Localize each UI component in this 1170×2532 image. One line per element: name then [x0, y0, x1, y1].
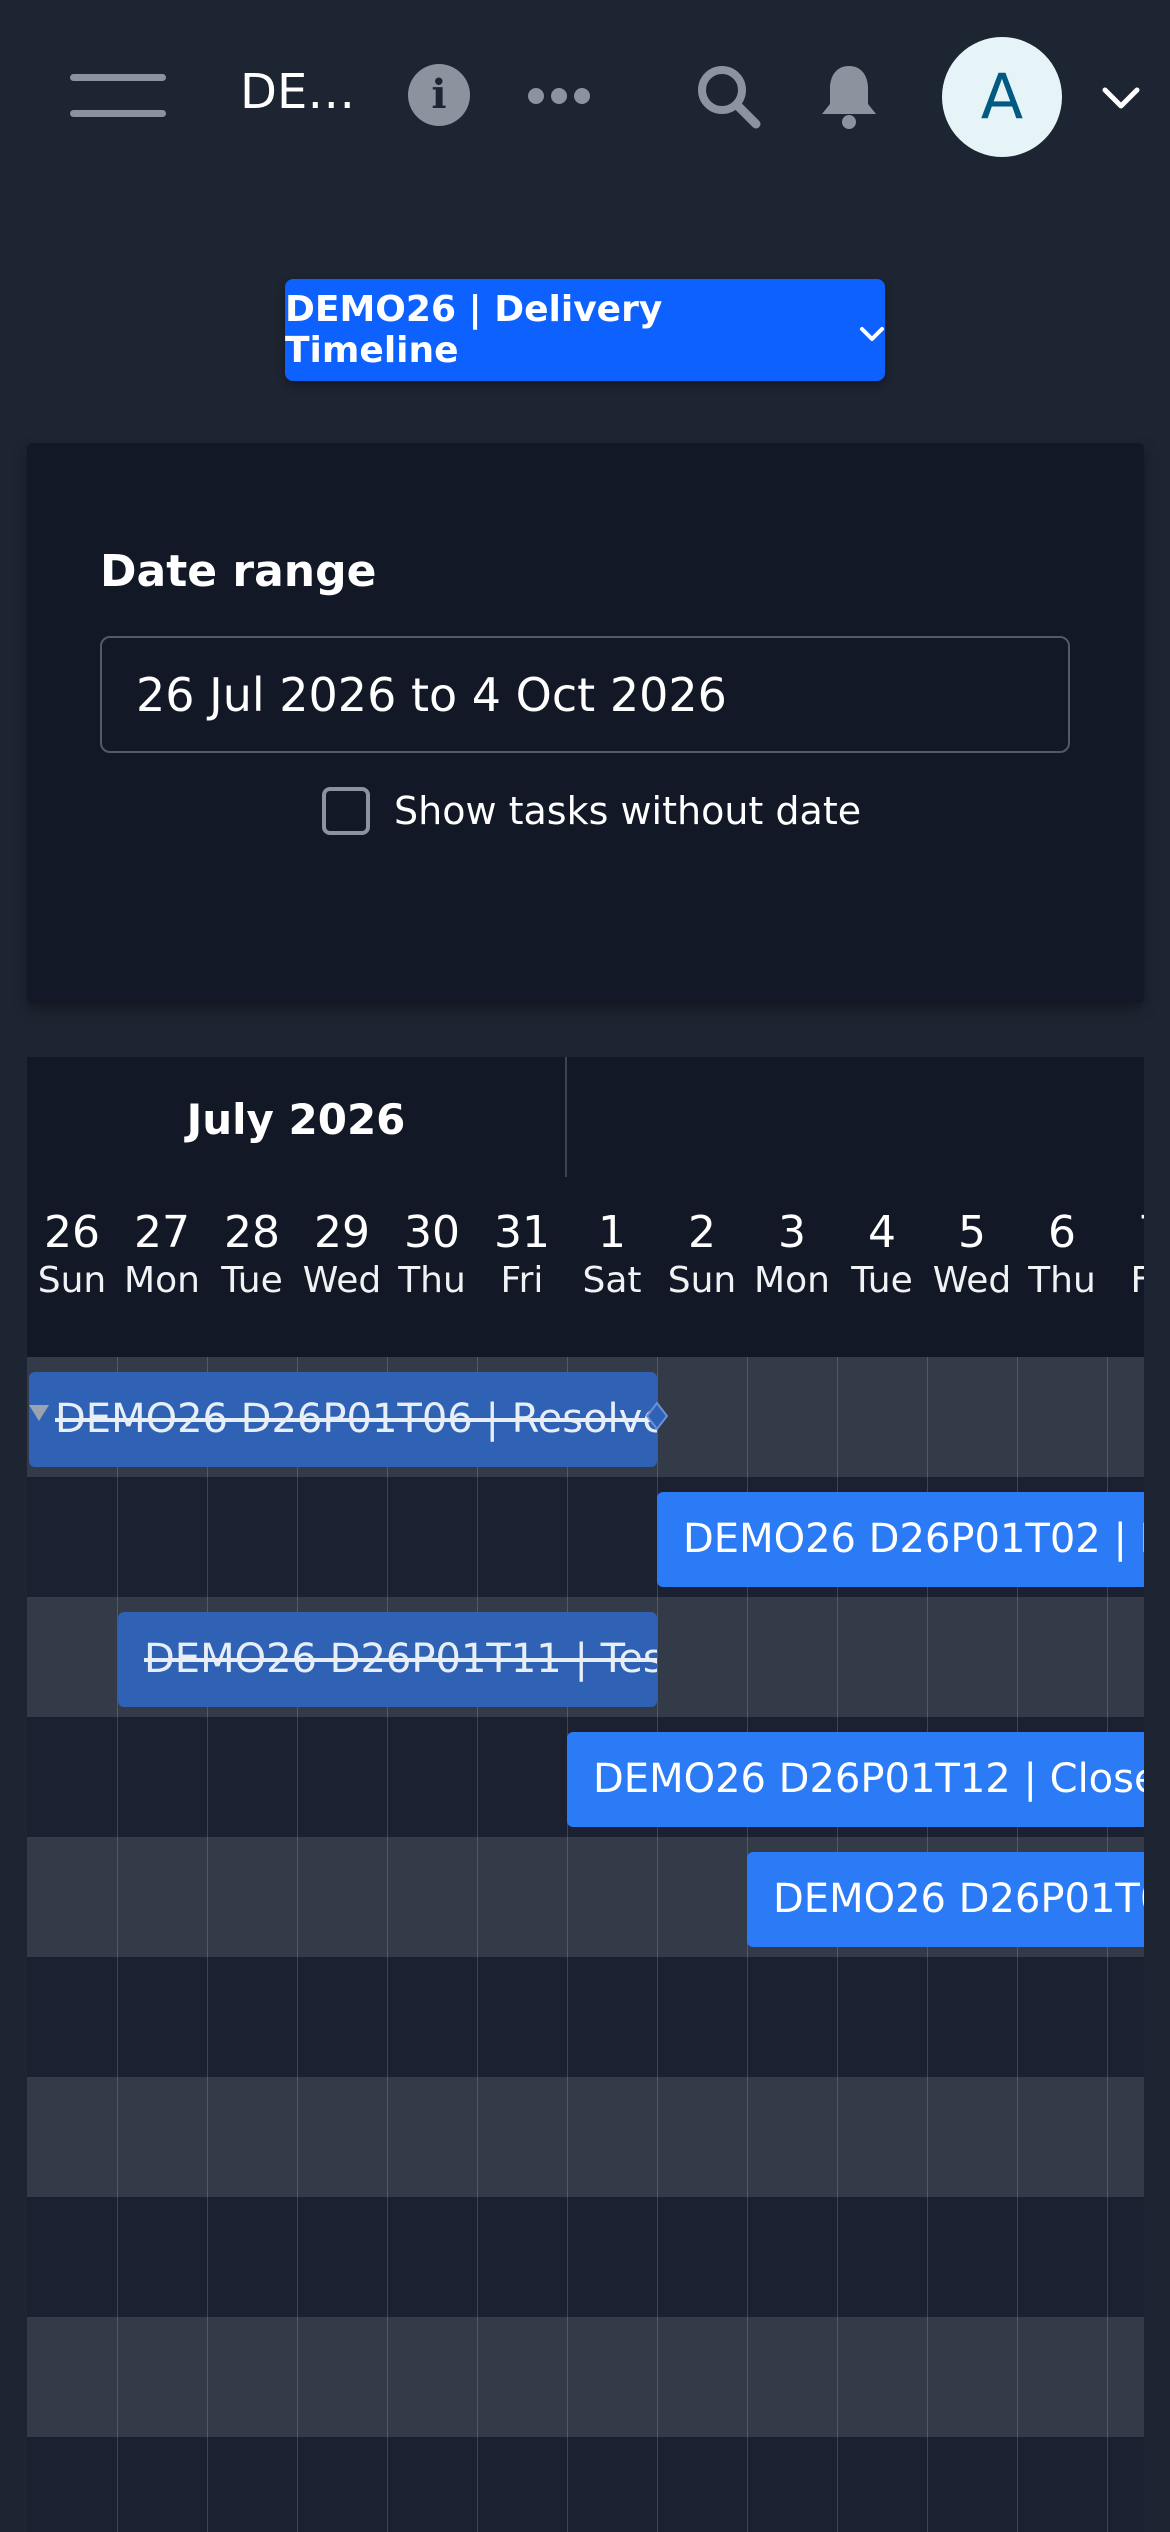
day-column-header: 27 Mon	[117, 1207, 207, 1303]
day-weekday: Wed	[302, 1260, 382, 1301]
menu-icon[interactable]	[70, 74, 168, 118]
day-column-header: 7Fri	[1107, 1207, 1144, 1303]
day-weekday: Thu	[398, 1260, 466, 1301]
day-weekday: Sun	[667, 1260, 737, 1301]
gantt-body: DEMO26 D26P01T06 | Resolve c DEMO26 D26P…	[27, 1357, 1144, 2532]
show-without-date-option[interactable]: Show tasks without date	[322, 787, 861, 835]
page-title[interactable]: DE…	[240, 64, 355, 120]
day-number: 7	[1107, 1207, 1144, 1259]
task-bar[interactable]: DEMO26 D26P01T11 | Test	[118, 1612, 657, 1707]
gantt-row	[27, 2317, 1144, 2437]
gantt-header: July 2026 26 Sun 27 Mon 28 Tue 29 Wed 30 Thu 31 Fri…	[27, 1057, 1144, 1357]
day-number: 6	[1048, 1207, 1076, 1258]
info-icon[interactable]: i	[408, 64, 470, 126]
day-column-header: 1 Sat	[567, 1207, 657, 1303]
dependency-arrow-icon	[29, 1405, 49, 1421]
filters-card: Date range 26 Jul 2026 to 4 Oct 2026 Sho…	[27, 443, 1144, 1003]
day-number: 29	[314, 1207, 370, 1258]
date-range-input[interactable]: 26 Jul 2026 to 4 Oct 2026	[100, 636, 1070, 753]
gantt-row	[27, 1957, 1144, 2077]
day-weekday: Sun	[37, 1260, 107, 1301]
day-number: 27	[134, 1207, 190, 1258]
day-column-header: 5 Wed	[927, 1207, 1017, 1303]
task-bar[interactable]: DEMO26 D26P01T02 | M	[657, 1492, 1144, 1587]
day-weekday: Wed	[932, 1260, 1012, 1301]
task-bar[interactable]: DEMO26 D26P01T06 | Resolve c	[29, 1372, 657, 1467]
gantt-chart: July 2026 26 Sun 27 Mon 28 Tue 29 Wed 30 Thu 31 Fri…	[27, 1057, 1144, 2532]
day-weekday: Tue	[221, 1260, 283, 1301]
day-weekday: Sat	[582, 1260, 642, 1301]
search-icon[interactable]	[694, 62, 764, 132]
day-weekday: Mon	[754, 1260, 830, 1301]
milestone-diamond-icon	[645, 1401, 669, 1431]
day-column-header: 30 Thu	[387, 1207, 477, 1303]
day-weekday: Mon	[124, 1260, 200, 1301]
day-column-header: 26 Sun	[27, 1207, 117, 1303]
day-column-header: 29 Wed	[297, 1207, 387, 1303]
chevron-down-icon	[859, 310, 885, 351]
day-number: 2	[688, 1207, 716, 1258]
grid-line	[567, 1357, 568, 2532]
gantt-row	[27, 2197, 1144, 2317]
task-bar[interactable]: DEMO26 D26P01T12 | Close	[567, 1732, 1144, 1827]
day-number: 4	[868, 1207, 896, 1258]
grid-line	[207, 1357, 208, 2532]
avatar[interactable]: A	[942, 37, 1062, 157]
day-number: 31	[494, 1207, 550, 1258]
day-number: 1	[598, 1207, 626, 1258]
day-number: 5	[958, 1207, 986, 1258]
grid-line	[117, 1357, 118, 2532]
view-selector-label: DEMO26 | Delivery Timeline	[285, 289, 663, 371]
top-bar: DE… i A	[0, 0, 1170, 190]
gantt-row	[27, 2077, 1144, 2197]
task-bar[interactable]: DEMO26 D26P01T0	[747, 1852, 1144, 1947]
day-column-header: 6 Thu	[1017, 1207, 1107, 1303]
day-weekday: Thu	[1028, 1260, 1096, 1301]
show-without-date-label: Show tasks without date	[394, 789, 862, 833]
grid-line	[387, 1357, 388, 2532]
day-column-header: 2 Sun	[657, 1207, 747, 1303]
day-column-header: 4 Tue	[837, 1207, 927, 1303]
show-without-date-checkbox[interactable]	[322, 787, 370, 835]
day-column-header: 31 Fri	[477, 1207, 567, 1303]
date-range-value: 26 Jul 2026 to 4 Oct 2026	[136, 667, 727, 722]
day-weekday: Fri	[500, 1260, 544, 1301]
day-number: 3	[778, 1207, 806, 1258]
day-number: 30	[404, 1207, 460, 1258]
day-weekday: Tue	[851, 1260, 913, 1301]
grid-line	[297, 1357, 298, 2532]
view-selector-button[interactable]: DEMO26 | Delivery Timeline	[285, 279, 885, 381]
more-icon[interactable]	[524, 80, 594, 110]
bell-icon[interactable]	[818, 62, 880, 130]
day-weekday: Fri	[1130, 1260, 1144, 1301]
day-number: 26	[44, 1207, 100, 1258]
day-number: 28	[224, 1207, 280, 1258]
date-range-label: Date range	[100, 546, 377, 597]
month-label: July 2026	[186, 1095, 406, 1144]
day-column-header: 28 Tue	[207, 1207, 297, 1303]
chevron-down-icon[interactable]	[1101, 86, 1141, 110]
gantt-row	[27, 2437, 1144, 2532]
month-divider	[565, 1057, 567, 1177]
grid-line	[477, 1357, 478, 2532]
day-column-header: 3 Mon	[747, 1207, 837, 1303]
